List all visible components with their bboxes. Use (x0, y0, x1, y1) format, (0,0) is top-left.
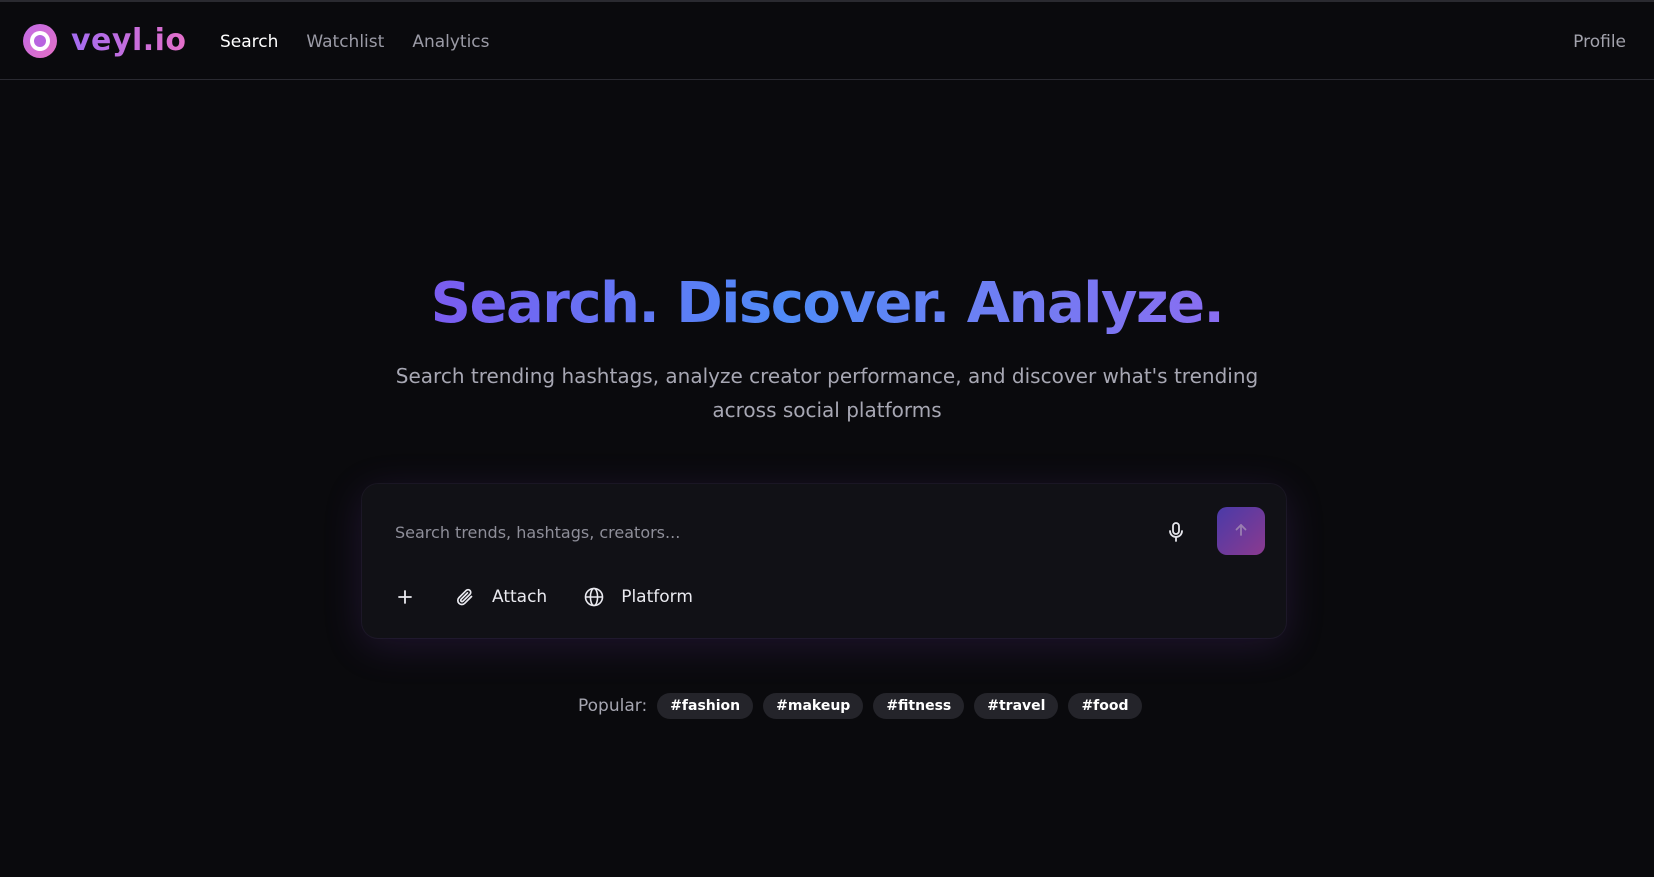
popular-label: Popular: (578, 696, 648, 716)
eye-logo-icon (23, 24, 57, 58)
main-nav: Search Watchlist Analytics (220, 30, 490, 54)
profile-link[interactable]: Profile (1573, 30, 1626, 54)
tag-chip-food[interactable]: #food (1068, 693, 1142, 719)
nav-item-analytics[interactable]: Analytics (412, 30, 489, 54)
globe-icon (581, 584, 607, 610)
microphone-icon[interactable] (1164, 520, 1188, 544)
paperclip-icon (452, 584, 478, 610)
brand-name: veyl.io (71, 23, 187, 58)
add-button[interactable] (392, 584, 418, 610)
attach-label: Attach (492, 587, 548, 607)
nav-item-search[interactable]: Search (220, 30, 278, 54)
arrow-up-icon (1233, 522, 1249, 541)
hero-subtitle: Search trending hashtags, analyze creato… (395, 364, 1259, 422)
tag-chip-fashion[interactable]: #fashion (657, 693, 754, 719)
search-input[interactable] (395, 512, 1095, 552)
brand-logo[interactable]: veyl.io (23, 23, 187, 59)
nav-item-watchlist[interactable]: Watchlist (306, 30, 384, 54)
tag-chip-makeup[interactable]: #makeup (763, 693, 864, 719)
platform-label: Platform (621, 587, 693, 607)
search-card: Attach Platform (362, 484, 1286, 638)
hero-title: Search. Discover. Analyze. (430, 271, 1225, 336)
attach-button[interactable]: Attach (452, 584, 547, 610)
platform-button[interactable]: Platform (581, 584, 693, 610)
search-tools: Attach Platform (392, 584, 693, 610)
popular-tags: Popular: #fashion #makeup #fitness #trav… (578, 693, 1142, 719)
tag-chip-travel[interactable]: #travel (974, 693, 1059, 719)
tag-chip-fitness[interactable]: #fitness (873, 693, 965, 719)
top-nav-bar: veyl.io Search Watchlist Analytics Profi… (0, 2, 1654, 80)
send-button[interactable] (1217, 507, 1265, 555)
plus-icon (392, 584, 418, 610)
